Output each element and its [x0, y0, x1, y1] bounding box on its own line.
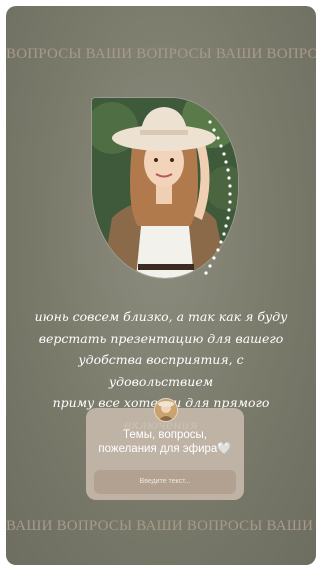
ticker-bottom: ВАШИ ВОПРОСЫ ВАШИ ВОПРОСЫ ВАШИ ВОПРОСЫ: [6, 518, 316, 535]
ticker-top-text: ВОПРОСЫ ВАШИ ВОПРОСЫ ВАШИ ВОПРОСЫ ВАШИ: [6, 46, 316, 62]
question-sticker-title: Темы, вопросы, пожелания для эфира🤍: [98, 429, 232, 455]
caption-line-3: удобства восприятия, с удовольствием: [78, 352, 244, 389]
story-canvas: ВОПРОСЫ ВАШИ ВОПРОСЫ ВАШИ ВОПРОСЫ ВАШИ: [6, 6, 316, 565]
question-input[interactable]: Введите текст...: [94, 470, 236, 494]
caption-line-1: июнь совсем близко, а так как я буду: [34, 309, 288, 324]
dotted-arc-decoration: [204, 120, 232, 275]
photo-block: [92, 98, 252, 288]
ticker-bottom-text: ВАШИ ВОПРОСЫ ВАШИ ВОПРОСЫ ВАШИ ВОПРОСЫ: [6, 518, 316, 534]
caption-line-2: верстать презентацию для вашего: [38, 330, 284, 346]
ticker-top: ВОПРОСЫ ВАШИ ВОПРОСЫ ВАШИ ВОПРОСЫ ВАШИ: [6, 46, 316, 63]
avatar: [154, 398, 178, 422]
avatar-icon: [155, 399, 177, 421]
